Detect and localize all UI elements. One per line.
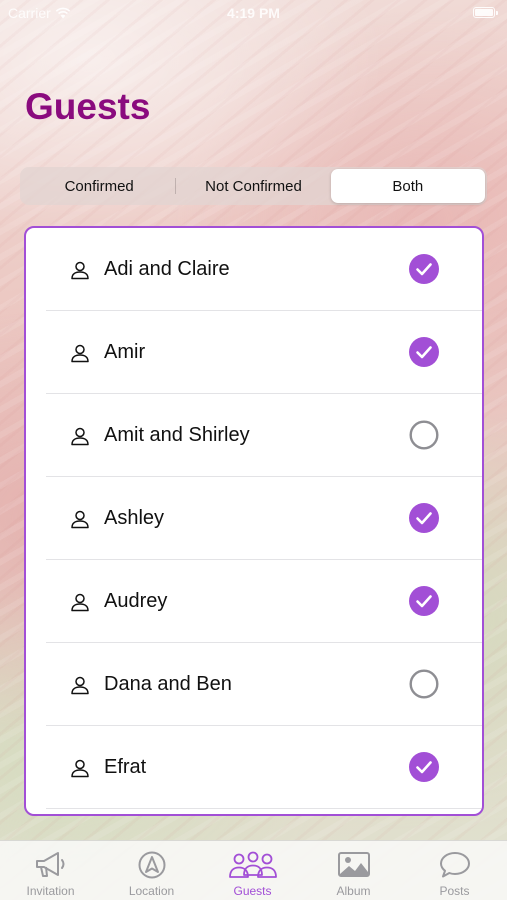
guest-row[interactable]: Adi and Claire bbox=[26, 228, 482, 311]
tab-location[interactable]: Location bbox=[101, 841, 202, 900]
status-bar: Carrier 4:19 PM bbox=[0, 0, 507, 28]
guest-name: Efrat bbox=[104, 756, 147, 778]
guest-row[interactable]: Amit and Shirley bbox=[26, 394, 482, 477]
guest-row[interactable]: Ashley bbox=[26, 477, 482, 560]
segment-confirmed[interactable]: Confirmed bbox=[22, 169, 177, 203]
person-icon bbox=[71, 344, 89, 363]
person-icon bbox=[71, 593, 89, 612]
speech-bubble-icon bbox=[439, 852, 470, 878]
confirmed-check-icon[interactable] bbox=[409, 337, 439, 367]
segment-label: Both bbox=[392, 177, 424, 195]
guest-row[interactable]: Audrey bbox=[26, 560, 482, 643]
tab-bar: Invitation Location Guests Album Posts bbox=[0, 840, 507, 900]
guest-row[interactable]: Efrat bbox=[26, 726, 482, 809]
tab-label: Guests bbox=[233, 884, 272, 898]
confirmed-check-icon[interactable] bbox=[409, 752, 439, 782]
tab-album[interactable]: Album bbox=[303, 841, 404, 900]
unconfirmed-circle-icon[interactable] bbox=[409, 420, 439, 450]
tab-label: Posts bbox=[439, 884, 470, 898]
segment-not-confirmed[interactable]: Not Confirmed bbox=[176, 169, 330, 203]
confirmed-check-icon[interactable] bbox=[409, 586, 439, 616]
battery-icon bbox=[473, 7, 498, 18]
tab-label: Album bbox=[336, 884, 371, 898]
unconfirmed-circle-icon[interactable] bbox=[409, 669, 439, 699]
person-icon bbox=[71, 427, 89, 446]
guest-filter-segmented-control: Confirmed Not Confirmed Both bbox=[20, 167, 487, 205]
navigation-arrow-icon bbox=[138, 851, 165, 879]
confirmed-check-icon[interactable] bbox=[409, 503, 439, 533]
tab-invitation[interactable]: Invitation bbox=[0, 841, 101, 900]
guest-row[interactable]: Amir bbox=[26, 311, 482, 394]
guest-name: Ashley bbox=[104, 507, 165, 529]
tab-label: Invitation bbox=[26, 884, 75, 898]
row-divider bbox=[46, 808, 482, 809]
person-icon bbox=[71, 510, 89, 529]
page-title: Guests bbox=[25, 86, 151, 127]
person-icon bbox=[71, 261, 89, 280]
person-icon bbox=[71, 676, 89, 695]
guest-name: Audrey bbox=[104, 590, 168, 612]
confirmed-check-icon[interactable] bbox=[409, 254, 439, 284]
guest-list[interactable]: Adi and Claire Amir Amit and Shirley Ash… bbox=[24, 226, 484, 816]
segment-label: Confirmed bbox=[64, 177, 134, 195]
megaphone-icon bbox=[35, 852, 64, 877]
people-icon bbox=[228, 851, 277, 878]
guest-name: Amit and Shirley bbox=[104, 424, 250, 446]
status-time: 4:19 PM bbox=[227, 5, 280, 21]
segment-both[interactable]: Both bbox=[330, 169, 485, 203]
guest-name: Dana and Ben bbox=[104, 673, 232, 695]
segment-label: Not Confirmed bbox=[205, 177, 302, 195]
tab-posts[interactable]: Posts bbox=[404, 841, 505, 900]
tab-label: Location bbox=[128, 884, 175, 898]
photo-icon bbox=[337, 852, 370, 877]
tab-guests[interactable]: Guests bbox=[202, 841, 303, 900]
guest-name: Amir bbox=[104, 341, 146, 363]
guest-name: Adi and Claire bbox=[104, 258, 230, 280]
person-icon bbox=[71, 759, 89, 778]
guest-row[interactable]: Dana and Ben bbox=[26, 643, 482, 726]
